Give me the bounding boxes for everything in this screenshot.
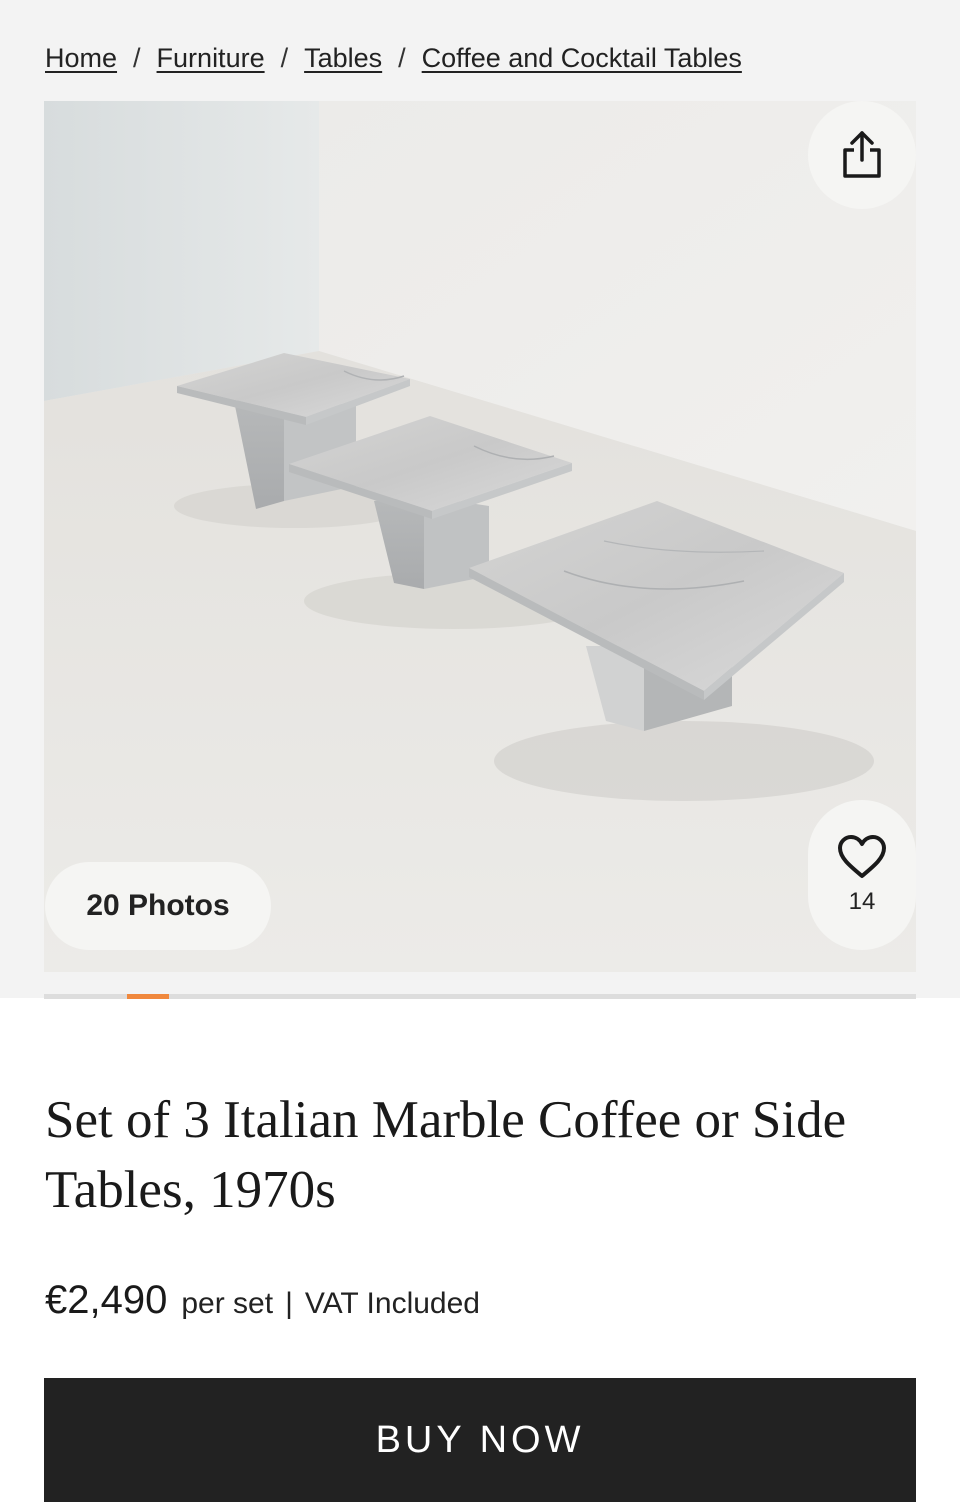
product-title-line1: Set of 3 Italian Marble Coffee or Side bbox=[45, 1091, 847, 1149]
product-title-line2: Tables, 1970s bbox=[45, 1161, 336, 1219]
breadcrumb-home[interactable]: Home bbox=[45, 43, 117, 74]
price-unit: per set bbox=[181, 1287, 274, 1320]
product-title: Set of 3 Italian Marble Coffee or Side T… bbox=[45, 1085, 905, 1225]
photos-count-button[interactable]: 20 Photos bbox=[45, 862, 271, 950]
gallery-progress bbox=[44, 994, 916, 999]
breadcrumb-separator: / bbox=[133, 42, 141, 73]
breadcrumb-coffee-cocktail-tables[interactable]: Coffee and Cocktail Tables bbox=[422, 43, 742, 74]
favorite-button[interactable]: 14 bbox=[808, 800, 916, 950]
product-photo[interactable] bbox=[44, 101, 916, 972]
price: €2,490 bbox=[45, 1278, 168, 1322]
heart-icon bbox=[838, 835, 886, 878]
buy-now-button[interactable]: BUY NOW bbox=[44, 1378, 916, 1502]
gallery-progress-indicator bbox=[126, 994, 169, 999]
breadcrumb-separator: / bbox=[280, 42, 289, 73]
breadcrumb-separator: / bbox=[398, 42, 406, 73]
breadcrumb-furniture[interactable]: Furniture bbox=[157, 43, 265, 74]
gallery-area: Home / Furniture / Tables / Coffee and C… bbox=[0, 0, 960, 999]
share-icon bbox=[843, 131, 881, 178]
vat-note: VAT Included bbox=[304, 1287, 480, 1320]
price-row: €2,490 per set | VAT Included bbox=[45, 1278, 480, 1328]
breadcrumb-tables[interactable]: Tables bbox=[304, 43, 382, 74]
breadcrumb: Home / Furniture / Tables / Coffee and C… bbox=[45, 40, 742, 76]
favorites-count: 14 bbox=[848, 888, 876, 915]
price-divider: | bbox=[285, 1287, 293, 1320]
product-photo-image bbox=[44, 101, 916, 972]
share-button[interactable] bbox=[808, 101, 916, 209]
